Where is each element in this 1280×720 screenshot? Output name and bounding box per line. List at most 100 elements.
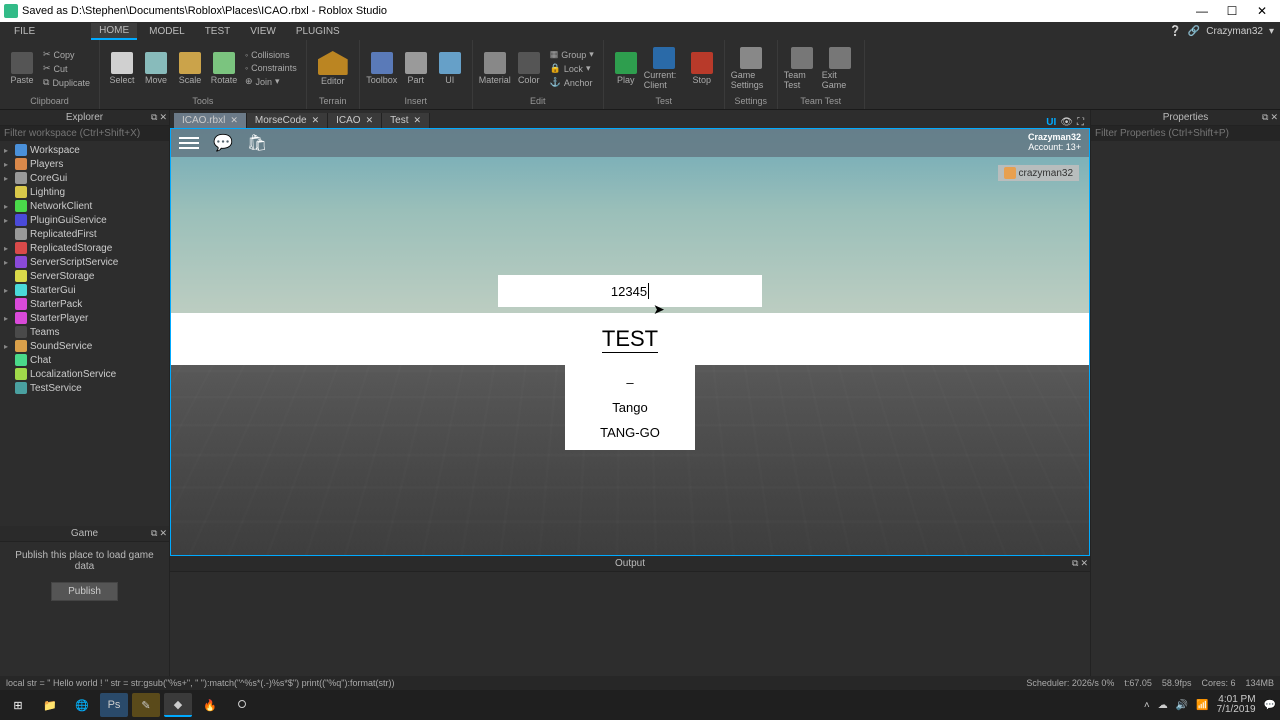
maximize-button[interactable]: ☐ xyxy=(1218,2,1246,20)
taskbar-explorer[interactable]: 📁 xyxy=(36,693,64,717)
close-icon[interactable]: ✕ xyxy=(366,115,374,126)
publish-button[interactable]: Publish xyxy=(51,582,118,601)
material-button[interactable]: Material xyxy=(479,52,511,85)
tree-item[interactable]: ▸StarterPlayer xyxy=(0,311,169,325)
share-icon[interactable]: 🔗 xyxy=(1188,26,1200,37)
team-test-button[interactable]: Team Test xyxy=(784,47,820,90)
view-selector-icon[interactable]: 👁 xyxy=(1060,117,1073,128)
properties-close-icon[interactable]: ✕ xyxy=(1270,112,1278,123)
close-icon[interactable]: ✕ xyxy=(413,115,421,126)
tree-item[interactable]: ServerStorage xyxy=(0,269,169,283)
tray-cloud-icon[interactable]: ☁ xyxy=(1158,700,1168,711)
paste-button[interactable]: Paste xyxy=(6,52,38,85)
ui-visibility-toggle[interactable]: UI xyxy=(1046,117,1056,128)
menu-tab-model[interactable]: MODEL xyxy=(141,24,193,39)
constraints-toggle[interactable]: ◦ Constraints xyxy=(242,62,300,74)
minimize-button[interactable]: — xyxy=(1188,2,1216,20)
play-button[interactable]: Play xyxy=(610,52,642,85)
duplicate-button[interactable]: ⧉ Duplicate xyxy=(40,76,93,89)
anchor-button[interactable]: ⚓ Anchor xyxy=(547,76,597,89)
menu-file[interactable]: FILE xyxy=(6,24,43,39)
tree-item[interactable]: StarterPack xyxy=(0,297,169,311)
tree-item[interactable]: ▸Workspace xyxy=(0,143,169,157)
explorer-filter-input[interactable] xyxy=(0,126,169,141)
tree-item[interactable]: ▸PluginGuiService xyxy=(0,213,169,227)
explorer-popout-icon[interactable]: ⧉ xyxy=(151,112,157,123)
lock-button[interactable]: 🔒 Lock ▾ xyxy=(547,62,597,75)
group-button[interactable]: ▦ Group ▾ xyxy=(547,48,597,61)
menu-tab-plugins[interactable]: PLUGINS xyxy=(288,24,348,39)
join-button[interactable]: ⊕ Join ▾ xyxy=(242,75,300,88)
taskbar-app2[interactable]: 🔥 xyxy=(196,693,224,717)
color-button[interactable]: Color xyxy=(513,52,545,85)
tree-item[interactable]: Lighting xyxy=(0,185,169,199)
copy-button[interactable]: ✂ Copy xyxy=(40,48,93,61)
explorer-tree[interactable]: ▸Workspace▸Players▸CoreGuiLighting▸Netwo… xyxy=(0,141,169,526)
current-client-button[interactable]: Current: Client xyxy=(644,47,684,90)
output-body[interactable] xyxy=(170,572,1090,676)
rotate-button[interactable]: Rotate xyxy=(208,52,240,85)
output-title: Output ⧉✕ xyxy=(170,556,1090,572)
game-close-icon[interactable]: ✕ xyxy=(159,528,167,539)
user-label[interactable]: Crazyman32 xyxy=(1206,26,1263,37)
doc-tab-icao-rbxl[interactable]: ICAO.rbxl✕ xyxy=(174,113,247,128)
doc-tab-test[interactable]: Test✕ xyxy=(382,113,430,128)
tree-item[interactable]: Teams xyxy=(0,325,169,339)
properties-filter-input[interactable] xyxy=(1091,126,1280,141)
tree-item[interactable]: Chat xyxy=(0,353,169,367)
tree-item[interactable]: ▸CoreGui xyxy=(0,171,169,185)
help-icon[interactable]: ❔ xyxy=(1169,26,1181,37)
move-button[interactable]: Move xyxy=(140,52,172,85)
game-text-input[interactable]: 12345 xyxy=(498,275,762,307)
taskbar-obs[interactable]: ⭘ xyxy=(228,693,256,717)
user-dropdown-icon[interactable]: ▾ xyxy=(1269,26,1274,37)
viewport-3d[interactable]: 💬 🛍 Crazyman32 Account: 13+ crazyman32 1… xyxy=(170,128,1090,556)
tree-item[interactable]: ▸ReplicatedStorage xyxy=(0,241,169,255)
stop-button[interactable]: Stop xyxy=(686,52,718,85)
tree-item[interactable]: TestService xyxy=(0,381,169,395)
collisions-toggle[interactable]: ◦ Collisions xyxy=(242,49,300,61)
taskbar-app1[interactable]: Ps xyxy=(100,693,128,717)
exit-game-button[interactable]: Exit Game xyxy=(822,47,858,90)
select-button[interactable]: Select xyxy=(106,52,138,85)
tree-item[interactable]: ReplicatedFirst xyxy=(0,227,169,241)
close-button[interactable]: ✕ xyxy=(1248,2,1276,20)
start-button[interactable]: ⊞ xyxy=(4,693,32,717)
taskbar-chrome[interactable]: 🌐 xyxy=(68,693,96,717)
doc-tab-icao[interactable]: ICAO✕ xyxy=(328,113,382,128)
tree-item[interactable]: ▸Players xyxy=(0,157,169,171)
close-icon[interactable]: ✕ xyxy=(312,115,320,126)
taskbar-sublime[interactable]: ✎ xyxy=(132,693,160,717)
tray-network-icon[interactable]: 📶 xyxy=(1196,700,1208,711)
tree-item[interactable]: ▸NetworkClient xyxy=(0,199,169,213)
menu-tab-test[interactable]: TEST xyxy=(197,24,239,39)
explorer-close-icon[interactable]: ✕ xyxy=(159,112,167,123)
scale-button[interactable]: Scale xyxy=(174,52,206,85)
tree-item[interactable]: LocalizationService xyxy=(0,367,169,381)
windows-taskbar: ⊞ 📁 🌐 Ps ✎ ◆ 🔥 ⭘ ˄ ☁ 🔊 📶 4:01 PM7/1/2019… xyxy=(0,690,1280,720)
tray-notifications-icon[interactable]: 💬 xyxy=(1264,700,1276,711)
output-close-icon[interactable]: ✕ xyxy=(1080,558,1088,569)
part-button[interactable]: Part xyxy=(400,52,432,85)
taskbar-clock[interactable]: 4:01 PM7/1/2019 xyxy=(1217,695,1256,715)
properties-popout-icon[interactable]: ⧉ xyxy=(1262,112,1268,123)
tree-item[interactable]: ▸StarterGui xyxy=(0,283,169,297)
output-popout-icon[interactable]: ⧉ xyxy=(1072,558,1078,569)
ui-button[interactable]: UI xyxy=(434,52,466,85)
tree-item[interactable]: ▸SoundService xyxy=(0,339,169,353)
status-command: local str = " Hello world ! " str = str:… xyxy=(6,678,395,688)
doc-tab-morsecode[interactable]: MorseCode✕ xyxy=(247,113,328,128)
game-popout-icon[interactable]: ⧉ xyxy=(151,528,157,539)
taskbar-roblox-studio[interactable]: ◆ xyxy=(164,693,192,717)
menu-tab-view[interactable]: VIEW xyxy=(242,24,284,39)
tray-up-icon[interactable]: ˄ xyxy=(1144,700,1150,711)
terrain-editor-button[interactable]: Editor xyxy=(313,51,353,86)
close-icon[interactable]: ✕ xyxy=(230,115,238,126)
cut-button[interactable]: ✂ Cut xyxy=(40,62,93,75)
toolbox-button[interactable]: Toolbox xyxy=(366,52,398,85)
menu-tab-home[interactable]: HOME xyxy=(91,23,137,40)
tree-item[interactable]: ▸ServerScriptService xyxy=(0,255,169,269)
expand-icon[interactable]: ⛶ xyxy=(1077,117,1084,128)
game-settings-button[interactable]: Game Settings xyxy=(731,47,771,90)
tray-volume-icon[interactable]: 🔊 xyxy=(1176,700,1188,711)
